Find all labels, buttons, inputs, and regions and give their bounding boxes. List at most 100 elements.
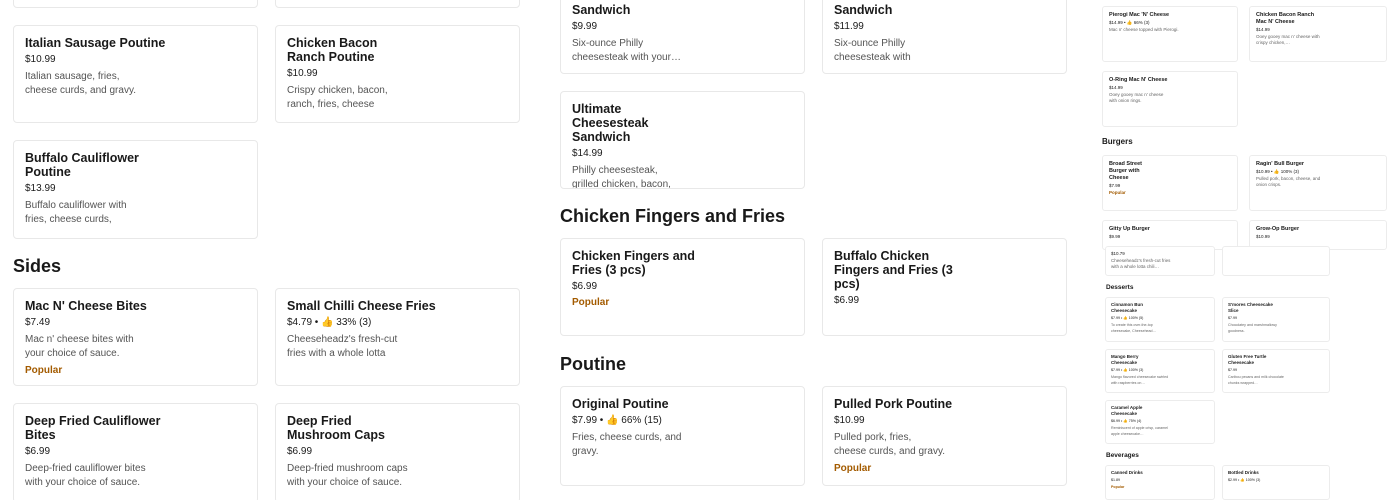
item-title: Sandwich <box>834 3 893 17</box>
menu-item-card[interactable]: Deep Fried Cauliflower Bites $6.99 Deep-… <box>13 403 258 500</box>
item-title: Deep Fried Cauliflower Bites <box>25 414 161 442</box>
mini-section-heading-burgers: Burgers <box>1102 137 1133 146</box>
mini-menu-card[interactable]: Pierogi Mac 'N' Cheese $14.99 • 👍 66% (3… <box>1102 6 1238 62</box>
menu-item-card[interactable] <box>275 0 520 8</box>
section-heading-sides: Sides <box>13 256 62 276</box>
item-description: Six-ounce Philly cheesesteak with your… <box>572 38 681 63</box>
item-description: Deep-fried mushroom caps with your choic… <box>287 463 408 488</box>
item-description: Italian sausage, fries, cheese curds, an… <box>25 71 136 96</box>
mini-item-price: $14.99 <box>1256 27 1270 32</box>
item-price-rating: $4.79 • 👍 33% (3) <box>287 317 372 328</box>
item-price: $13.99 <box>25 183 56 194</box>
item-price: $14.99 <box>572 148 603 159</box>
mini-menu-card[interactable]: Bottled Drinks $2.99 • 👍 100% (3) <box>1222 465 1330 500</box>
mini-menu-card[interactable]: S'mores Cheesecake Slice $7.99 Chocolate… <box>1222 297 1330 342</box>
mini-item-title: Ragin' Bull Burger <box>1256 161 1305 167</box>
menu-item-card[interactable]: Sandwich $9.99 Six-ounce Philly cheesest… <box>560 0 805 74</box>
item-title: Small Chilli Cheese Fries <box>287 299 436 313</box>
mini-item-title: Broad Street Burger with Cheese <box>1109 161 1143 181</box>
mini-item-price: $7.99 • 👍 100% (5) <box>1111 316 1144 320</box>
mini-menu-card[interactable]: Gluten Free Turtle Cheesecake $7.99 Cari… <box>1222 349 1330 393</box>
menu-item-card[interactable] <box>13 0 258 8</box>
mini-item-price: $14.99 <box>1109 85 1123 90</box>
mini-menu-card[interactable]: Canned Drinks $1.89 Popular <box>1105 465 1215 500</box>
menu-item-card[interactable]: Deep Fried Mushroom Caps $6.99 Deep-frie… <box>275 403 520 500</box>
mini-item-description: Mango flavored cheesecake swirled with r… <box>1111 375 1169 385</box>
item-price: $6.99 <box>572 281 598 292</box>
item-title: Buffalo Chicken Fingers and Fries (3 pcs… <box>834 249 953 291</box>
mini-menu-card[interactable]: $10.79 Cheeseheadz's fresh-cut fries wit… <box>1105 246 1215 276</box>
item-price: $10.99 <box>287 68 318 79</box>
item-title: Sandwich <box>572 3 631 17</box>
mini-menu-card[interactable]: Cinnamon Bun Cheesecake $7.99 • 👍 100% (… <box>1105 297 1215 342</box>
item-title: Deep Fried Mushroom Caps <box>287 414 385 442</box>
mini-popular-badge: Popular <box>1109 190 1126 195</box>
mini-menu-card[interactable]: Chicken Bacon Ranch Mac N' Cheese $14.99… <box>1249 6 1387 62</box>
mini-item-title: Pierogi Mac 'N' Cheese <box>1109 12 1170 18</box>
mini-menu-card[interactable]: O-Ring Mac N' Cheese $14.99 Ooey gooey m… <box>1102 71 1238 127</box>
menu-item-card[interactable]: Mac N' Cheese Bites $7.49 Mac n' cheese … <box>13 288 258 386</box>
section-heading-chicken-fingers: Chicken Fingers and Fries <box>560 206 786 226</box>
item-title: Pulled Pork Poutine <box>834 397 953 411</box>
mini-item-title: Gitty Up Burger <box>1109 226 1150 232</box>
item-description: Crispy chicken, bacon, ranch, fries, che… <box>287 85 388 110</box>
mini-item-price: $7.99 <box>1228 368 1237 372</box>
menu-item-card[interactable]: Chicken Fingers and Fries (3 pcs) $6.99 … <box>560 238 805 336</box>
mini-item-price: $10.99 <box>1256 234 1270 239</box>
mini-item-description: Caribou pecans and milk chocolate chunks… <box>1228 375 1284 385</box>
mini-item-description: Ooey gooey mac n' cheese with crispy chi… <box>1256 34 1320 45</box>
mini-item-title: Mango Berry Cheesecake <box>1111 354 1139 365</box>
item-title: Italian Sausage Poutine <box>25 36 166 50</box>
item-description: Mac n' cheese bites with your choice of … <box>25 334 134 359</box>
mini-item-title: Caramel Apple Cheesecake <box>1111 405 1143 416</box>
menu-item-card[interactable]: Buffalo Cauliflower Poutine $13.99 Buffa… <box>13 140 258 239</box>
item-title: Buffalo Cauliflower Poutine <box>25 151 139 179</box>
mini-menu-card[interactable]: Broad Street Burger with Cheese $7.99 Po… <box>1102 155 1238 211</box>
mini-item-price: $6.99 • 👍 75% (4) <box>1111 419 1142 423</box>
mini-item-price: $14.99 • 👍 66% (3) <box>1109 20 1150 25</box>
item-description: Cheeseheadz's fresh-cut fries with a who… <box>287 334 398 359</box>
item-title: Chicken Fingers and Fries (3 pcs) <box>572 249 695 277</box>
item-price: $11.99 <box>834 21 864 32</box>
item-title: Original Poutine <box>572 397 669 411</box>
item-title: Chicken Bacon Ranch Poutine <box>287 36 378 64</box>
menu-item-card[interactable]: Small Chilli Cheese Fries $4.79 • 👍 33% … <box>275 288 520 386</box>
mini-item-price: $10.99 • 👍 100% (3) <box>1256 169 1299 174</box>
mini-item-price: $1.89 <box>1111 478 1120 482</box>
item-description: Buffalo cauliflower with fries, cheese c… <box>25 200 127 225</box>
mini-item-title: Canned Drinks <box>1111 470 1143 475</box>
item-price-rating: $7.99 • 👍 66% (15) <box>572 415 662 426</box>
menu-item-card[interactable]: Chicken Bacon Ranch Poutine $10.99 Crisp… <box>275 25 520 123</box>
mini-menu-card[interactable]: Caramel Apple Cheesecake $6.99 • 👍 75% (… <box>1105 400 1215 444</box>
menu-item-card[interactable]: Pulled Pork Poutine $10.99 Pulled pork, … <box>822 386 1067 486</box>
mini-item-description: Chocolatey and marshmallowy goodness. <box>1228 323 1277 333</box>
mini-item-title: Gluten Free Turtle Cheesecake <box>1228 354 1267 365</box>
item-price: $10.99 <box>834 415 865 426</box>
menu-item-card[interactable]: Original Poutine $7.99 • 👍 66% (15) Frie… <box>560 386 805 486</box>
mini-item-title: Grow-Op Burger <box>1256 226 1300 232</box>
mini-item-description: Pulled pork, bacon, cheese, and onion cr… <box>1256 176 1321 187</box>
menu-item-card[interactable]: Buffalo Chicken Fingers and Fries (3 pcs… <box>822 238 1067 336</box>
mini-popular-badge: Popular <box>1111 485 1125 489</box>
mini-menu-card[interactable]: Ragin' Bull Burger $10.99 • 👍 100% (3) P… <box>1249 155 1387 211</box>
item-description: Fries, cheese curds, and gravy. <box>572 432 682 457</box>
mini-menu-card[interactable]: Mango Berry Cheesecake $7.99 • 👍 100% (3… <box>1105 349 1215 393</box>
mini-item-title: Chicken Bacon Ranch Mac N' Cheese <box>1256 12 1315 25</box>
mini-menu-card[interactable] <box>1222 246 1330 276</box>
popular-badge: Popular <box>25 365 63 376</box>
mini-item-description: Ooey gooey mac n' cheese with onion ring… <box>1109 92 1164 103</box>
menu-item-card[interactable]: Italian Sausage Poutine $10.99 Italian s… <box>13 25 258 123</box>
item-description: Pulled pork, fries, cheese curds, and gr… <box>834 432 945 457</box>
menu-item-card[interactable]: Ultimate Cheesesteak Sandwich $14.99 Phi… <box>560 91 805 189</box>
mini-item-description: Cheeseheadz's fresh-cut fries with a who… <box>1111 258 1171 269</box>
item-description: Six-ounce Philly cheesesteak with bacon,… <box>834 38 911 63</box>
mini-item-description: To create this over-the-top cheesecake, … <box>1111 323 1157 333</box>
section-heading-poutine: Poutine <box>560 354 626 374</box>
item-title: Mac N' Cheese Bites <box>25 299 147 313</box>
popular-badge: Popular <box>572 297 610 308</box>
mini-item-price: $7.99 • 👍 100% (3) <box>1111 368 1144 372</box>
menu-item-card[interactable]: Sandwich $11.99 Six-ounce Philly cheeses… <box>822 0 1067 74</box>
mini-item-price: $7.99 <box>1228 316 1237 320</box>
mini-item-title: S'mores Cheesecake Slice <box>1228 302 1273 313</box>
item-description: Philly cheesesteak, grilled chicken, bac… <box>572 165 671 189</box>
